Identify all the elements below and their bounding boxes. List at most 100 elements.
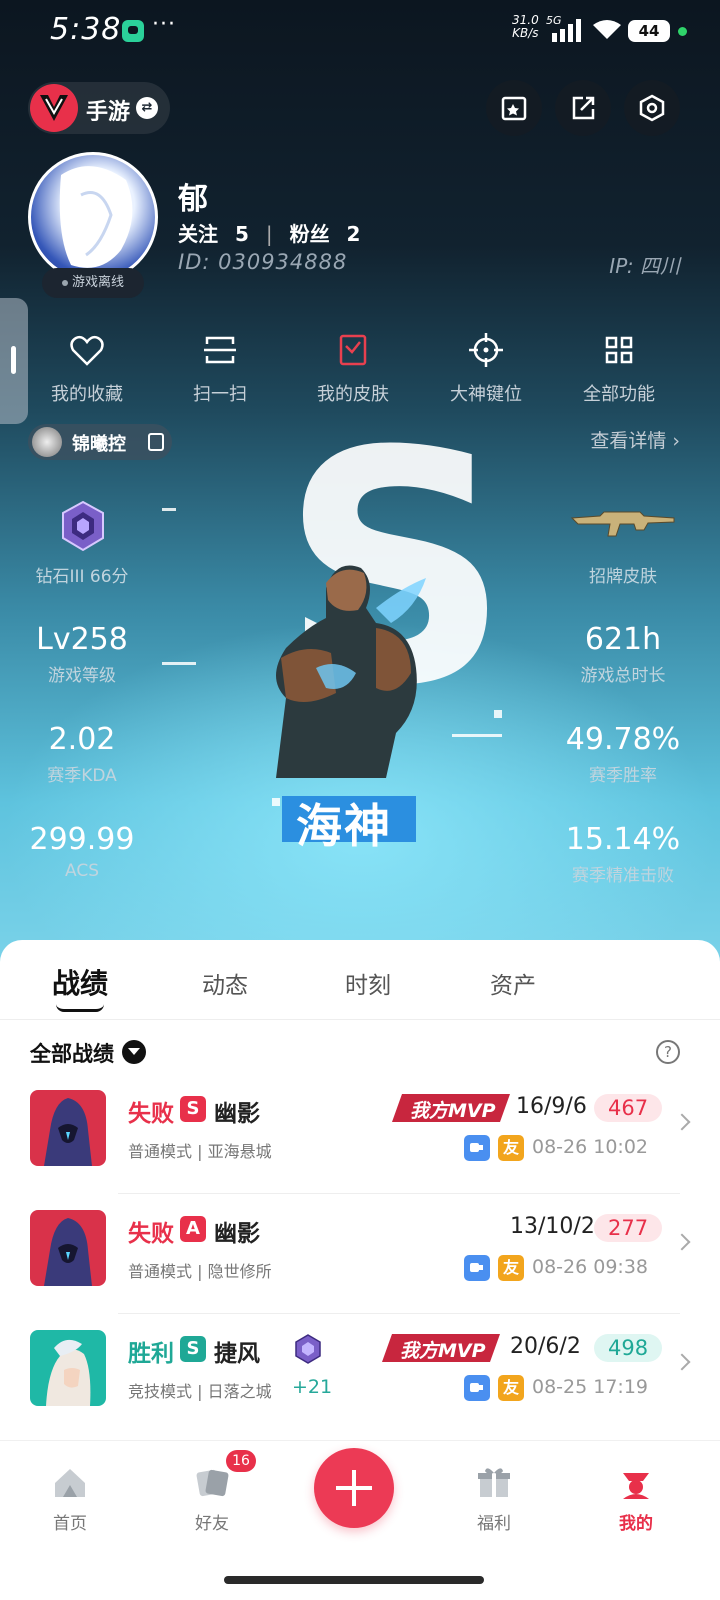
match-agent: 捷风 [214,1341,260,1367]
copy-icon[interactable] [148,433,164,451]
rank-diamond-icon [295,1334,321,1364]
battery-icon: 44 [628,20,670,42]
match-row[interactable]: 失败 A 幽影 普通模式 | 隐世修所 13/10/2 277 友 08-26 … [0,1200,720,1320]
match-kda: 20/6/2 [510,1334,581,1359]
agent-thumb [30,1330,106,1406]
settings-icon [639,94,665,122]
match-score: 277 [594,1214,663,1242]
stat-level-label: 游戏等级 [48,666,116,686]
deco-dash [162,508,176,511]
nav-friends[interactable]: 好友 [172,1463,252,1534]
chevron-right-icon [673,1113,691,1131]
settings-button[interactable] [624,80,680,136]
match-mode-map: 普通模式 | 隐世修所 [128,1262,272,1281]
records-filter-label[interactable]: 全部战绩 [30,1038,114,1068]
tab-records[interactable]: 战绩 [52,962,108,1002]
match-agent: 幽影 [214,1221,260,1247]
video-replay-icon[interactable] [464,1255,490,1281]
match-row[interactable]: 胜利 S 捷风 +21 竞技模式 | 日落之城 我方MVP 20/6/2 498… [0,1320,720,1440]
match-grade: A [180,1216,206,1242]
stat-hours-label: 游戏总时长 [580,666,666,686]
friends-icon [196,1469,229,1497]
home-icon [55,1469,85,1497]
match-result: 失败 [128,1101,174,1127]
chevron-down-icon[interactable] [122,1040,146,1064]
match-result: 失败 [128,1221,174,1247]
video-replay-icon[interactable] [464,1135,490,1161]
mvp-label: 我方MVP [410,1100,496,1122]
home-indicator[interactable] [224,1576,484,1584]
nav-home-label: 首页 [53,1514,87,1534]
match-result: 胜利 [128,1341,174,1367]
chevron-right-icon: › [672,430,680,452]
nav-rewards-label: 福利 [477,1514,511,1534]
side-drawer-handle[interactable] [0,298,28,424]
view-details-link[interactable]: 查看详情 › [590,426,680,453]
nav-rewards[interactable]: 福利 [454,1463,534,1534]
match-date: 08-25 17:19 [532,1376,649,1398]
share-button[interactable] [555,80,611,136]
stat-acs: 299.99 ACS [2,822,162,881]
match-mode-map: 普通模式 | 亚海悬城 [128,1142,272,1161]
profile-icon [623,1473,649,1499]
rank-points-delta: +21 [292,1376,333,1398]
edit-card-button[interactable] [486,80,542,136]
stat-headshot: 15.14% 赛季精准击败 [543,822,703,886]
match-kda: 13/10/2 [510,1214,595,1239]
quick-favorites-label: 我的收藏 [51,384,123,405]
status-bar: 5:38 ··· 31.0 KB/s 5G 44 [0,0,720,64]
help-icon[interactable]: ? [656,1040,680,1064]
stat-hours: 621h 游戏总时长 [543,622,703,686]
charging-dot-icon [678,27,687,36]
quick-scan[interactable]: 扫一扫 [160,330,280,406]
deco-dash [162,662,196,665]
chevron-right-icon [673,1353,691,1371]
stat-headshot-label: 赛季精准击败 [572,866,674,886]
fans-count[interactable]: 2 [347,222,361,246]
match-row[interactable]: 失败 S 幽影 普通模式 | 亚海悬城 我方MVP 16/9/6 467 友 0… [0,1080,720,1200]
skin-icon [339,334,367,366]
game-label: 手游 [86,100,131,125]
nav-home[interactable]: 首页 [30,1463,110,1534]
stat-winrate-value: 49.78% [565,722,681,757]
grid-icon [605,336,633,364]
tab-assets[interactable]: 资产 [490,966,536,1000]
chevron-right-icon [673,1233,691,1251]
username: 郁 [178,182,208,217]
match-mode-map: 竞技模式 | 日落之城 [128,1382,272,1401]
tab-activity[interactable]: 动态 [202,966,248,1000]
quick-all-functions[interactable]: 全部功能 [559,330,679,406]
signal-icon: 5G [546,14,584,42]
notification-app-icon [122,20,144,42]
edit-card-icon [501,96,527,121]
share-icon [572,96,595,120]
profile-hero: 5:38 ··· 31.0 KB/s 5G 44 手游 ⇄ 游戏离线 郁 关注 … [0,0,720,980]
game-switch-button[interactable]: 手游 ⇄ [28,82,170,134]
fans-label[interactable]: 粉丝 [290,222,330,246]
player-tag-pill[interactable]: 锦曦控 [28,424,172,460]
agent-name: 海神 [296,799,392,853]
agent-name-badge: 海神 [272,790,416,853]
wifi-icon [593,20,621,39]
following-count[interactable]: 5 [235,222,249,246]
create-button[interactable] [314,1448,394,1528]
mvp-badge: 我方MVP [392,1092,512,1124]
view-details-label: 查看详情 [590,430,667,452]
nav-me[interactable]: 我的 [596,1463,676,1534]
following-label[interactable]: 关注 [178,222,218,246]
sheet-tabs: 战绩 动态 时刻 资产 [0,940,720,1020]
rank-label: 钻石III 66分 [35,567,129,587]
video-replay-icon[interactable] [464,1375,490,1401]
avatar[interactable] [28,152,158,282]
tab-moments[interactable]: 时刻 [345,966,391,1000]
tag-avatar [32,427,62,457]
online-status-badge: 游戏离线 [42,268,144,298]
friend-badge: 友 [498,1375,524,1401]
online-status-text: 游戏离线 [71,275,124,290]
quick-favorites[interactable]: 我的收藏 [27,330,147,406]
nav-me-label: 我的 [619,1514,653,1534]
quick-all-functions-label: 全部功能 [583,384,655,405]
match-grade: S [180,1336,206,1362]
match-score: 467 [594,1094,663,1122]
match-agent: 幽影 [214,1101,260,1127]
